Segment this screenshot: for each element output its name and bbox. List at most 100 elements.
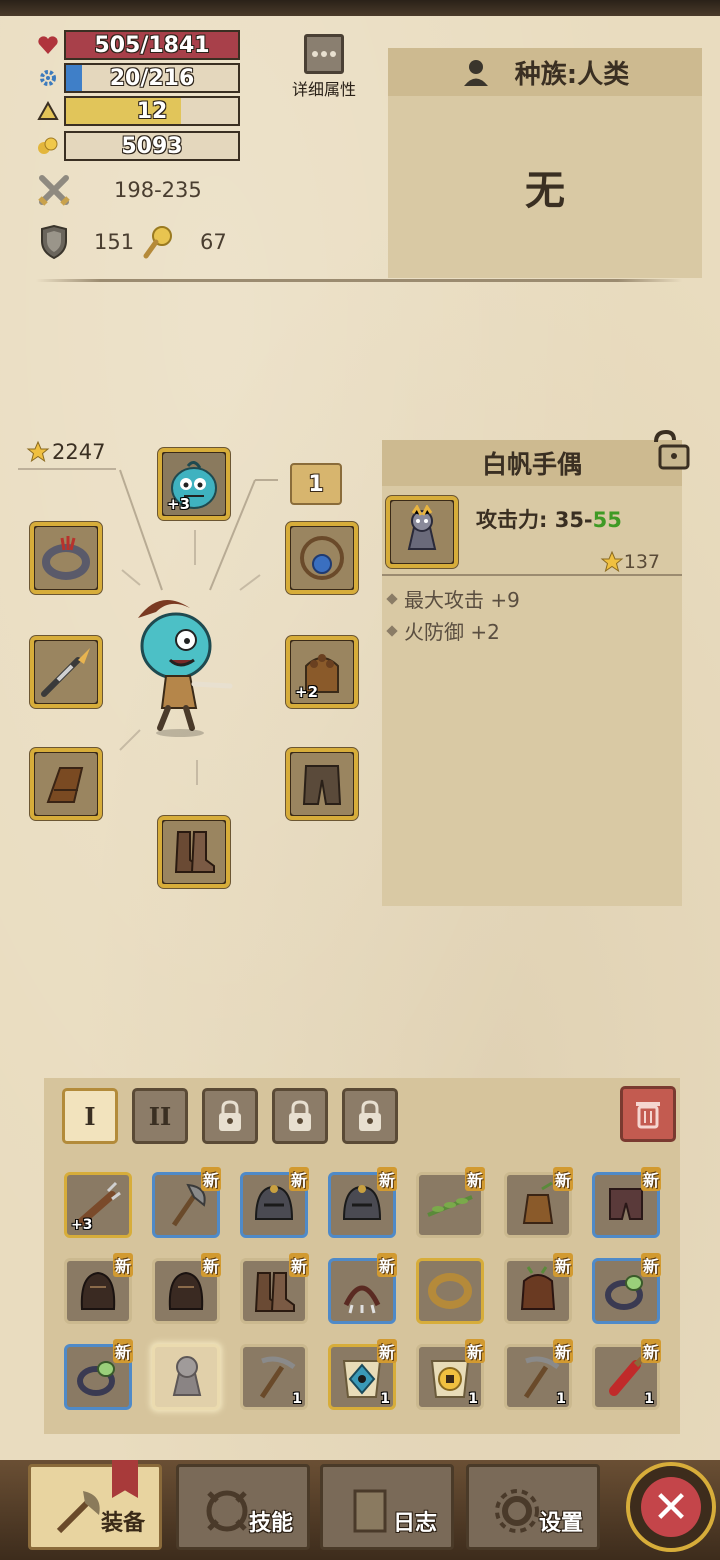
item-count: 1 (380, 1391, 390, 1407)
diamond-bullet-icon (386, 592, 398, 605)
inventory-tab-5[interactable] (342, 1088, 398, 1144)
inventory-item[interactable]: 新 (152, 1167, 221, 1238)
hp-text: 505/1841 (94, 32, 210, 58)
item-attr-1: 最大攻击 +9 (386, 584, 520, 613)
item-attack-label: 攻击力: 35- (476, 508, 593, 532)
new-badge: 新 (552, 1339, 573, 1363)
new-badge: 新 (376, 1167, 397, 1191)
skill-gear-icon (206, 1490, 248, 1532)
nav-log-button[interactable]: 日志 (320, 1464, 454, 1550)
equip-slot-weapon[interactable] (30, 636, 102, 708)
equip-slot-bracer[interactable] (30, 748, 102, 820)
item-name: 白帆手偶 (382, 440, 682, 486)
equip-slot-gloves[interactable]: +2 (286, 636, 358, 708)
inventory-item[interactable]: 新 (504, 1253, 573, 1324)
equipment-screen: 505/1841 20/216 12 5093 198-235 151 67 详… (0, 0, 720, 1560)
inventory-item[interactable]: 新1 (328, 1339, 397, 1410)
inventory-item[interactable]: 新 (64, 1253, 133, 1324)
item-divider (382, 574, 682, 576)
gear-icon (495, 1489, 539, 1533)
inventory-item[interactable]: +3 (64, 1172, 132, 1238)
item-count: 1 (556, 1391, 566, 1407)
item-count: 1 (292, 1391, 302, 1407)
item-detail-icon-slot (386, 496, 458, 568)
heart-icon (36, 33, 60, 57)
trash-button[interactable] (620, 1086, 676, 1142)
axe-emblem-icon (56, 1491, 100, 1534)
top-border (0, 0, 720, 16)
boots-icon (174, 831, 215, 873)
equip-slot-amulet[interactable] (286, 522, 358, 594)
inventory-item[interactable]: 新1 (504, 1339, 573, 1410)
item-count: 1 (644, 1391, 654, 1407)
luck-value: 67 (200, 230, 227, 254)
gold-text: 5093 (121, 133, 183, 159)
new-badge: 新 (376, 1253, 397, 1277)
inventory-item[interactable] (152, 1344, 220, 1410)
nav-skill-button[interactable]: 技能 (176, 1464, 310, 1550)
puppet-icon (172, 1356, 202, 1396)
more-icon (304, 34, 344, 74)
section-divider (36, 279, 682, 282)
item-count: 1 (468, 1391, 478, 1407)
inventory-item[interactable]: 新 (152, 1253, 221, 1324)
close-button[interactable]: ✕ (626, 1462, 716, 1552)
luck-stat: 67 (138, 222, 227, 262)
slot-tag[interactable]: 1 (290, 463, 342, 505)
nav-equip-button[interactable]: 装备 (28, 1464, 162, 1550)
lock-icon (289, 1100, 311, 1131)
item-plus-badge: +3 (71, 1217, 93, 1233)
gear-mana-icon (36, 66, 60, 90)
gold-row: 5093 (36, 131, 240, 161)
inventory-item[interactable]: 新 (504, 1167, 573, 1238)
mp-bar: 20/216 (64, 63, 240, 93)
inventory-tab-3[interactable] (202, 1088, 258, 1144)
attack-value: 198-235 (114, 178, 202, 202)
log-book-icon (353, 1489, 387, 1533)
item-score: 137 (600, 550, 660, 574)
person-icon (463, 60, 488, 86)
equip-slot-ring[interactable] (30, 522, 102, 594)
inventory-item[interactable]: 新 (64, 1339, 133, 1410)
race-title: 种族:人类 (514, 59, 630, 90)
inventory-item[interactable]: 新 (592, 1253, 661, 1324)
item-attr-2: 火防御 +2 (386, 616, 500, 645)
inventory-item[interactable]: 新 (416, 1167, 485, 1238)
equip-slot-pants[interactable] (286, 748, 358, 820)
spiked-ring-icon (42, 536, 90, 580)
race-panel: 种族:人类 无 (388, 48, 702, 278)
inventory-item[interactable] (416, 1258, 484, 1324)
inventory-tab-2[interactable]: II (132, 1088, 188, 1144)
inventory-item[interactable]: 新1 (592, 1339, 661, 1410)
shield-icon (34, 222, 74, 262)
slot-pet-plus: +3 (167, 495, 191, 513)
inventory-item[interactable]: 新 (240, 1253, 309, 1324)
spear-icon (41, 648, 90, 697)
inventory-item[interactable]: 新 (592, 1167, 661, 1238)
equip-slot-pet[interactable]: +3 (158, 448, 230, 520)
item-attr-1-text: 最大攻击 +9 (404, 588, 520, 612)
inventory-tab-1[interactable]: I (62, 1088, 118, 1144)
item-detail-panel: 白帆手偶 攻击力: 35-55 137 最大攻击 +9 火防御 +2 (382, 440, 682, 906)
trash-icon (636, 1102, 660, 1129)
attack-stat: 198-235 (34, 170, 202, 210)
puppet-icon (407, 505, 437, 550)
inventory-tab-4[interactable] (272, 1088, 328, 1144)
new-badge: 新 (112, 1253, 133, 1277)
unlock-icon[interactable] (648, 428, 692, 472)
mp-row: 20/216 (36, 63, 240, 93)
new-badge: 新 (288, 1253, 309, 1277)
crossed-swords-icon (34, 170, 74, 210)
inventory-item[interactable]: 1 (240, 1344, 308, 1410)
inventory-item[interactable]: 新 (328, 1167, 397, 1238)
lock-icon (219, 1100, 241, 1131)
inventory-item[interactable]: 新 (240, 1167, 309, 1238)
inventory-item[interactable]: 新 (328, 1253, 397, 1324)
character-avatar (138, 600, 233, 737)
inventory-item[interactable]: 新1 (416, 1339, 485, 1410)
equip-slot-boots[interactable] (158, 816, 230, 888)
nav-settings-button[interactable]: 设置 (466, 1464, 600, 1550)
detail-attributes-button[interactable]: 详细属性 (286, 34, 362, 100)
new-badge: 新 (464, 1339, 485, 1363)
new-badge: 新 (464, 1167, 485, 1191)
